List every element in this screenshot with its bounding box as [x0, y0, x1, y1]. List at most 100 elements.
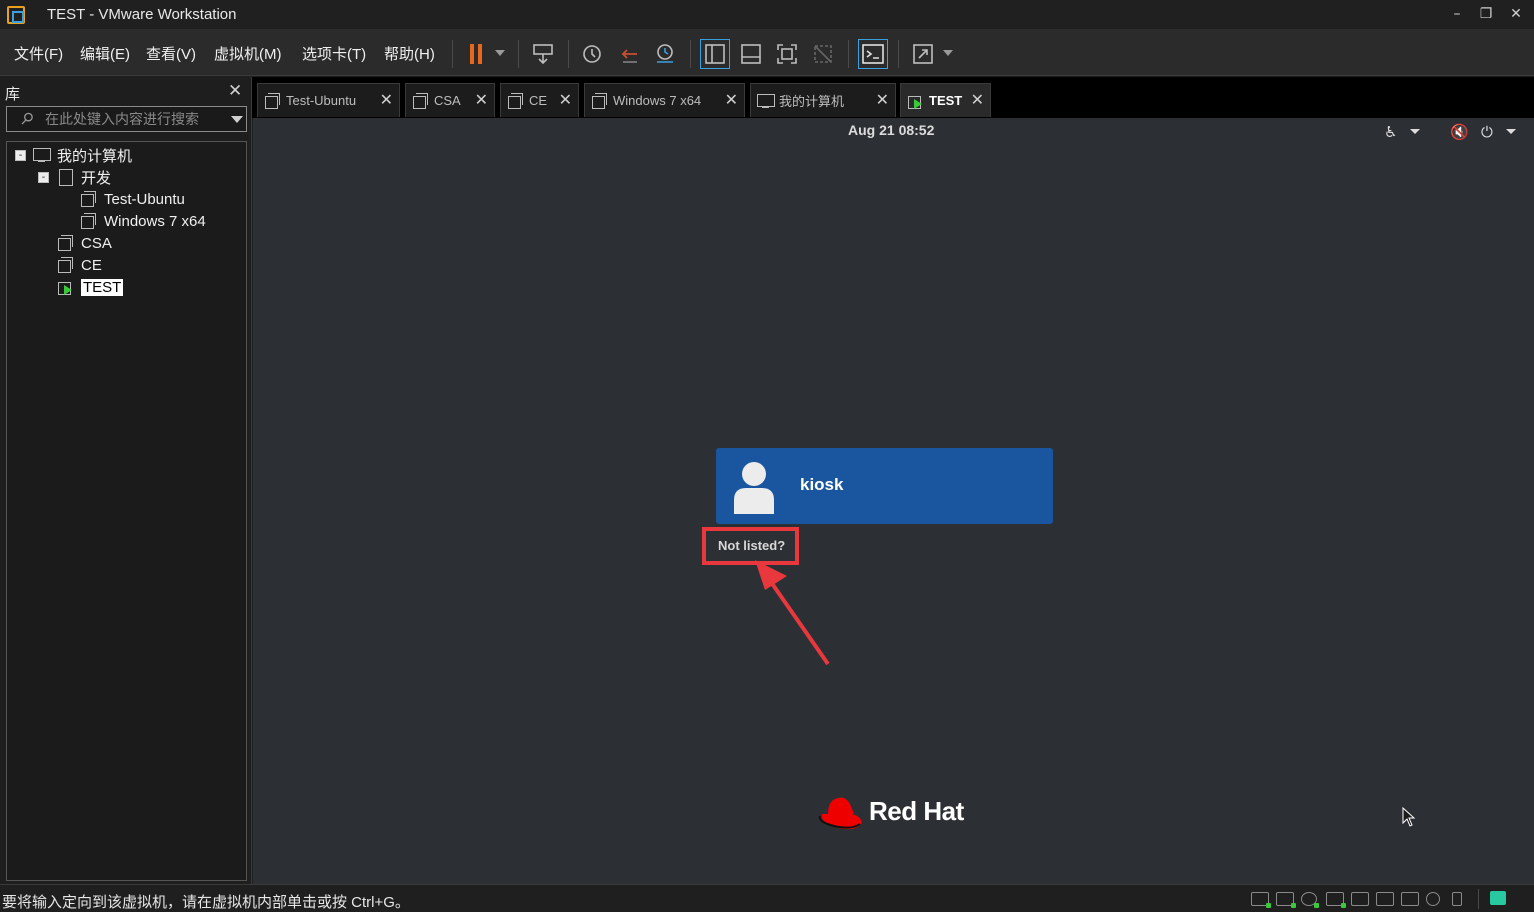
snapshot-manager-icon[interactable] — [650, 39, 680, 69]
message-log-icon[interactable] — [1490, 891, 1506, 905]
menu-vm[interactable]: 虚拟机(M) — [214, 43, 282, 64]
gnome-top-bar: Aug 21 08:52 ♿ 🔇 ⏻ — [253, 118, 1534, 144]
user-avatar-icon — [734, 462, 774, 514]
library-panel: 库 ✕ - 我的计算机 - 开发 Test-Ubuntu Windows 7 x… — [0, 77, 252, 884]
close-tab-icon[interactable]: ✕ — [380, 90, 393, 109]
library-search — [6, 106, 247, 132]
restore-icon[interactable]: ❐ — [1476, 4, 1496, 24]
camera-icon[interactable] — [1426, 892, 1440, 906]
annotation-arrow-icon — [755, 560, 830, 666]
tab-test-ubuntu[interactable]: Test-Ubuntu ✕ — [257, 83, 400, 117]
console-view-icon[interactable] — [858, 39, 888, 69]
tab-ce[interactable]: CE ✕ — [500, 83, 579, 117]
computer-icon — [33, 146, 51, 164]
folder-icon — [57, 168, 75, 186]
vm-tree: - 我的计算机 - 开发 Test-Ubuntu Windows 7 x64 C… — [6, 141, 247, 881]
power-dropdown-icon[interactable] — [495, 50, 505, 56]
accessibility-dropdown-icon[interactable] — [1410, 129, 1420, 134]
send-ctrl-alt-del-icon[interactable] — [528, 39, 558, 69]
tab-label: CE — [529, 93, 548, 108]
cd-dvd-icon[interactable] — [1301, 892, 1319, 908]
stretch-dropdown-icon[interactable] — [943, 50, 953, 56]
vm-icon — [57, 256, 75, 274]
menu-help[interactable]: 帮助(H) — [384, 43, 435, 64]
tree-item-ce[interactable]: CE — [57, 254, 102, 276]
user-kiosk-button[interactable]: kiosk — [716, 448, 1053, 524]
minimize-icon[interactable]: – — [1447, 4, 1467, 24]
collapse-toggle-icon[interactable]: - — [15, 150, 26, 161]
vm-icon — [264, 92, 282, 110]
close-icon[interactable]: ✕ — [1506, 4, 1526, 24]
tree-item-label: 开发 — [81, 169, 112, 187]
close-tab-icon[interactable]: ✕ — [559, 90, 572, 109]
close-tab-icon[interactable]: ✕ — [876, 90, 889, 109]
menu-file[interactable]: 文件(F) — [14, 43, 63, 64]
menu-view[interactable]: 查看(V) — [146, 43, 196, 64]
volume-muted-icon[interactable]: 🔇 — [1450, 123, 1469, 141]
search-input[interactable] — [45, 109, 220, 129]
status-bar: 要将输入定向到该虚拟机，请在虚拟机内部单击或按 Ctrl+G。 — [0, 884, 1534, 912]
vm-icon — [412, 92, 430, 110]
revert-snapshot-icon[interactable] — [614, 39, 644, 69]
usb-device-icon[interactable] — [1401, 892, 1419, 906]
show-library-icon[interactable] — [700, 39, 730, 69]
window-title: TEST - VMware Workstation — [47, 6, 237, 23]
stretch-guest-icon[interactable] — [908, 39, 938, 69]
network-adapter-icon[interactable] — [1326, 892, 1346, 908]
tree-item-csa[interactable]: CSA — [57, 232, 112, 254]
menu-tabs[interactable]: 选项卡(T) — [302, 43, 366, 64]
computer-icon — [757, 92, 775, 110]
close-library-icon[interactable]: ✕ — [228, 81, 242, 101]
clock[interactable]: Aug 21 08:52 — [848, 122, 934, 138]
tab-test[interactable]: TEST ✕ — [900, 83, 991, 117]
menu-toolbar: 文件(F) 编辑(E) 查看(V) 虚拟机(M) 选项卡(T) 帮助(H) — [0, 30, 1534, 76]
unity-icon[interactable] — [808, 39, 838, 69]
printer-icon[interactable] — [1351, 892, 1369, 906]
tab-label: 我的计算机 — [779, 94, 845, 109]
tab-label: TEST — [929, 93, 963, 108]
tab-windows7[interactable]: Windows 7 x64 ✕ — [584, 83, 745, 117]
title-bar: TEST - VMware Workstation – ❐ ✕ — [0, 0, 1534, 30]
display-icon[interactable] — [1452, 892, 1462, 906]
hard-disk-2-icon[interactable] — [1276, 892, 1296, 908]
collapse-toggle-icon[interactable]: - — [38, 172, 49, 183]
vm-running-icon — [57, 278, 75, 296]
vm-icon — [80, 190, 98, 208]
close-tab-icon[interactable]: ✕ — [725, 90, 738, 109]
not-listed-link[interactable]: Not listed? — [718, 538, 785, 553]
tree-item-my-computer[interactable]: 我的计算机 — [33, 144, 132, 166]
tree-item-windows7[interactable]: Windows 7 x64 — [80, 210, 206, 232]
tree-item-label: Test-Ubuntu — [104, 190, 185, 208]
tree-item-label: TEST — [81, 278, 124, 296]
tree-item-label: Windows 7 x64 — [104, 212, 206, 230]
vm-icon — [507, 92, 525, 110]
search-dropdown-icon[interactable] — [231, 116, 243, 123]
accessibility-icon[interactable]: ♿ — [1384, 123, 1397, 141]
mouse-cursor-icon — [1402, 807, 1416, 827]
tree-item-test-ubuntu[interactable]: Test-Ubuntu — [80, 188, 185, 210]
library-title: 库 — [5, 86, 21, 103]
snapshot-icon[interactable] — [577, 39, 607, 69]
tree-item-label: CSA — [81, 234, 112, 252]
hard-disk-icon[interactable] — [1251, 892, 1271, 908]
pause-icon[interactable] — [461, 39, 491, 69]
tree-item-label: CE — [81, 256, 102, 274]
system-menu-dropdown-icon[interactable] — [1506, 129, 1516, 134]
tree-item-dev-folder[interactable]: 开发 — [57, 166, 111, 188]
tab-my-computer[interactable]: 我的计算机 ✕ — [750, 83, 896, 117]
sound-card-icon[interactable] — [1376, 892, 1394, 906]
tab-label: Windows 7 x64 — [613, 93, 702, 108]
tab-csa[interactable]: CSA ✕ — [405, 83, 495, 117]
guest-display[interactable]: Aug 21 08:52 ♿ 🔇 ⏻ kiosk Not listed? Red… — [253, 118, 1534, 884]
full-screen-icon[interactable] — [772, 39, 802, 69]
menu-edit[interactable]: 编辑(E) — [80, 43, 130, 64]
tree-item-test[interactable]: TEST — [57, 276, 124, 298]
thumbnail-bar-icon[interactable] — [736, 39, 766, 69]
search-icon — [21, 112, 33, 125]
close-tab-icon[interactable]: ✕ — [475, 90, 488, 109]
close-tab-icon[interactable]: ✕ — [971, 90, 984, 109]
power-icon[interactable]: ⏻ — [1481, 123, 1493, 141]
tab-label: CSA — [434, 93, 461, 108]
vm-icon — [80, 212, 98, 230]
vm-icon — [57, 234, 75, 252]
